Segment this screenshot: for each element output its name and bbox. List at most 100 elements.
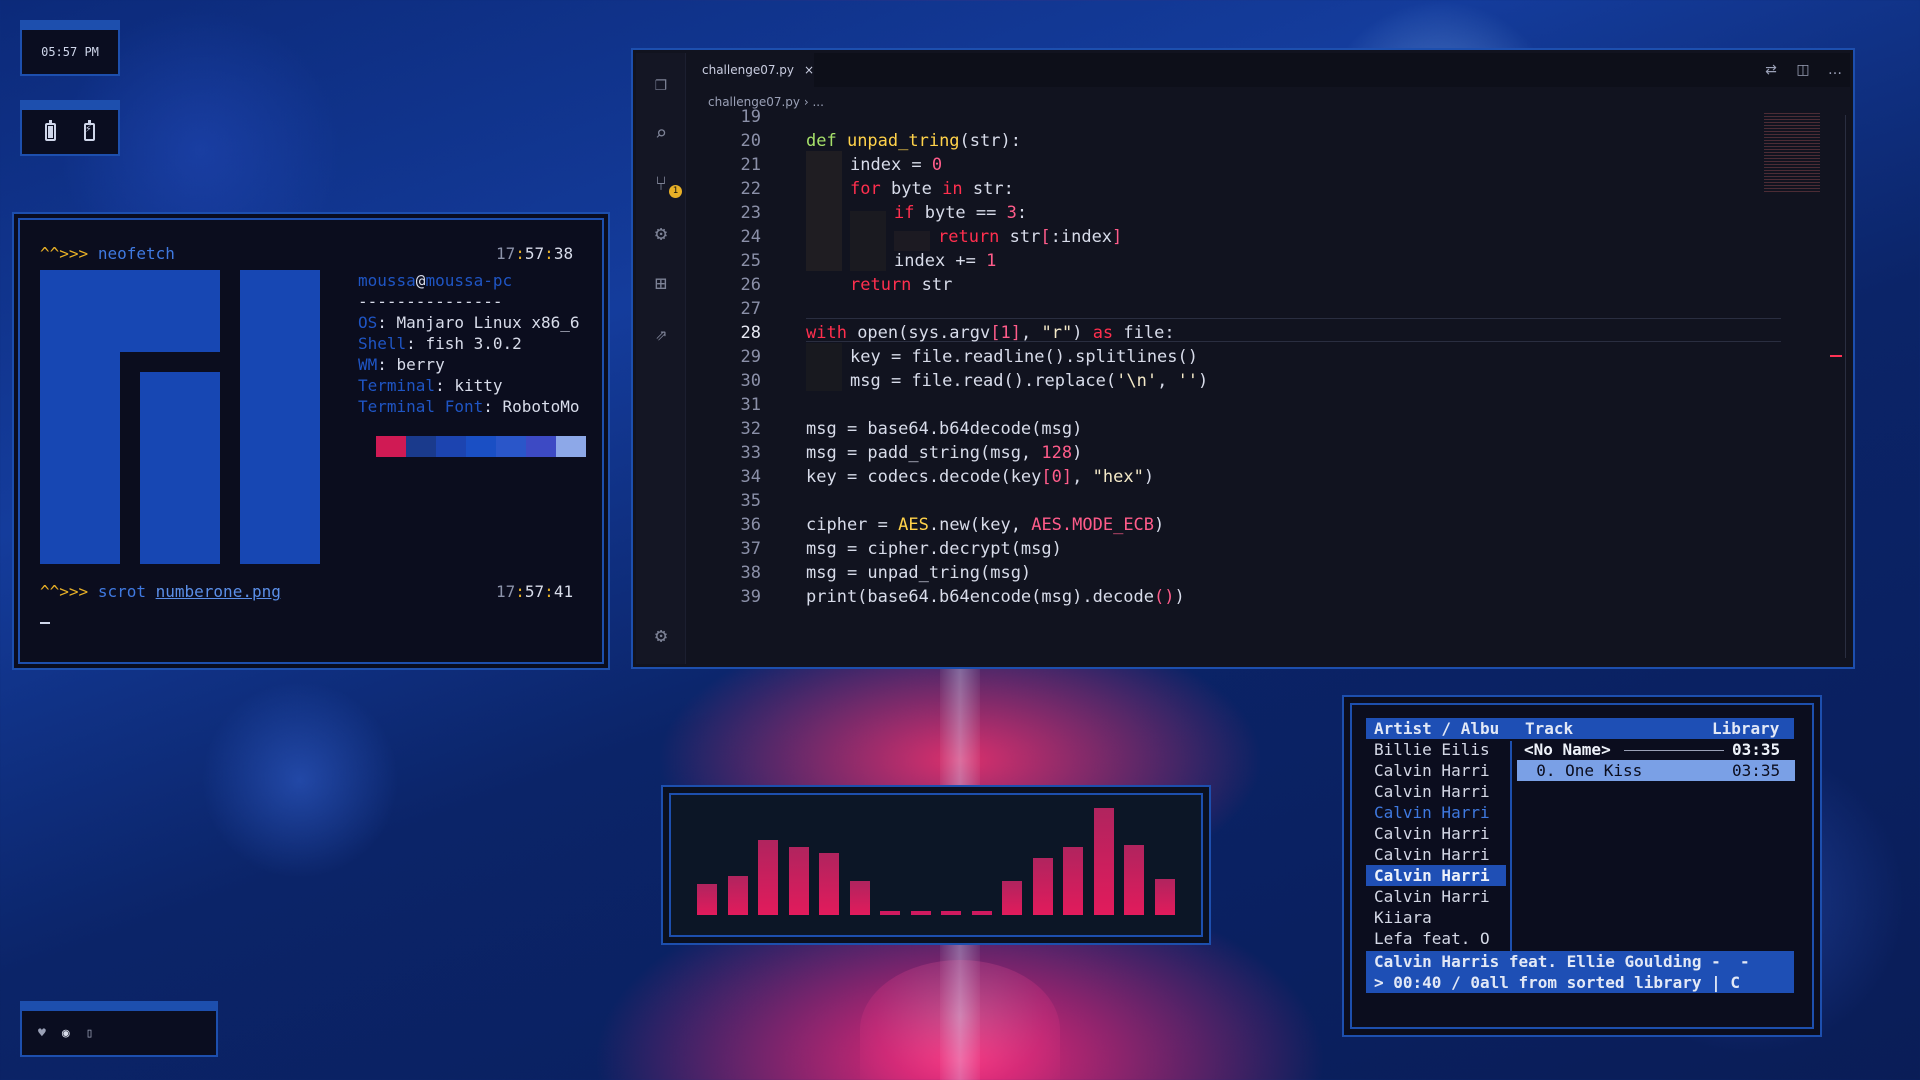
line-number: 38	[740, 563, 761, 583]
visualizer-bar	[1063, 847, 1083, 915]
info-terminal: Terminal: kitty	[358, 376, 503, 395]
tray-widget: ♥ ◉ ▯	[20, 1001, 218, 1057]
scrollbar[interactable]	[1845, 115, 1846, 658]
visualizer-bar	[697, 884, 717, 915]
visualizer-bar	[758, 840, 778, 915]
neofetch-divider: ---------------	[358, 292, 503, 311]
line-number: 39	[740, 587, 761, 607]
timestamp-1: 17:57:38	[496, 244, 574, 263]
files-icon[interactable]: ❐	[649, 71, 673, 95]
visualizer-bar	[971, 911, 992, 915]
battery-charging-icon	[84, 120, 95, 141]
terminal-cursor	[40, 622, 50, 624]
prompt: ^^>>>	[40, 244, 89, 263]
terminal-window[interactable]: ^^>>> neofetch 17:57:38 moussa@moussa-pc…	[12, 212, 610, 670]
command-scrot: scrot	[97, 582, 146, 601]
manjaro-logo-part	[40, 352, 120, 564]
line-number: 29	[740, 347, 761, 367]
artist-item[interactable]: Calvin Harri	[1366, 802, 1504, 823]
visualizer-bar	[1032, 858, 1053, 915]
color-swatch	[376, 436, 406, 457]
more-actions-icon[interactable]: …	[1826, 61, 1844, 79]
column-artist[interactable]: Artist / Albu	[1374, 718, 1500, 739]
line-number: 26	[740, 275, 761, 295]
microphone-icon[interactable]: ▯	[86, 1026, 94, 1041]
status-line: > 00:40 / 0all from sorted library | C	[1366, 972, 1794, 993]
file-link[interactable]: numberone.png	[156, 582, 281, 601]
indent-guide	[894, 231, 930, 251]
code-line-38: msg = unpad_tring(msg)	[806, 563, 1032, 583]
visualizer-bar	[1093, 808, 1114, 915]
line-number: 23	[740, 203, 761, 223]
timestamp-2: 17:57:41	[496, 582, 574, 601]
artist-item[interactable]: Calvin Harri	[1366, 760, 1504, 781]
tab-bar: challenge07.py × ⇄ ◫ …	[686, 53, 1850, 87]
track-title: 0. One Kiss	[1517, 761, 1643, 780]
artist-item[interactable]: Calvin Harri	[1366, 823, 1504, 844]
line-number: 22	[740, 179, 761, 199]
settings-icon[interactable]: ⚙	[649, 623, 673, 647]
column-track[interactable]: Track	[1525, 718, 1574, 739]
code-line-23: if byte == 3:	[894, 203, 1028, 223]
terminal-body[interactable]: ^^>>> neofetch 17:57:38 moussa@moussa-pc…	[18, 218, 604, 664]
album-time: 03:35	[1732, 740, 1781, 759]
album-rule	[1624, 750, 1724, 751]
code-editor-window[interactable]: ❐ ⌕ ⑂ 1 ⚙ ⊞ ⇗ ⚙ challenge07.py × ⇄ ◫ … ch…	[631, 48, 1855, 669]
remote-icon[interactable]: ⇗	[649, 321, 673, 345]
indent-guide	[806, 151, 842, 271]
line-number: 30	[740, 371, 761, 391]
artist-item[interactable]: Billie Eilis	[1366, 739, 1504, 760]
manjaro-logo	[40, 270, 220, 352]
info-wm: WM: berry	[358, 355, 445, 374]
tab-challenge07[interactable]: challenge07.py ×	[686, 53, 814, 87]
audio-visualizer	[661, 785, 1211, 945]
info-terminal-font: Terminal Font: RobotoMo	[358, 397, 580, 416]
artist-item[interactable]: Calvin Harri	[1366, 781, 1504, 802]
heart-icon[interactable]: ♥	[38, 1026, 46, 1041]
visualizer-bar	[849, 881, 870, 915]
visualizer-bar	[819, 853, 839, 915]
code-line-22: for byte in str:	[850, 179, 1014, 199]
line-number: 21	[740, 155, 761, 175]
minimap[interactable]	[1764, 113, 1820, 193]
search-icon[interactable]: ⌕	[649, 121, 673, 145]
extensions-icon[interactable]: ⊞	[649, 271, 673, 295]
album-row[interactable]: <No Name>	[1524, 739, 1611, 760]
code-line-33: msg = padd_string(msg, 128)	[806, 443, 1083, 463]
line-number: 33	[740, 443, 761, 463]
code-line-24: return str[:index]	[938, 227, 1123, 247]
scm-badge: 1	[669, 185, 682, 198]
battery-widget	[20, 100, 120, 156]
line-number: 35	[740, 491, 761, 511]
artist-item[interactable]: Calvin Harri	[1366, 844, 1504, 865]
line-number: 25	[740, 251, 761, 271]
source-control-icon[interactable]: ⑂ 1	[649, 171, 682, 198]
close-icon[interactable]: ×	[804, 63, 814, 77]
manjaro-logo-part	[140, 372, 220, 564]
line-number: 37	[740, 539, 761, 559]
scroll-marker	[1830, 355, 1842, 357]
code-line-34: key = codecs.decode(key[0], "hex")	[806, 467, 1155, 487]
column-library[interactable]: Library	[1712, 718, 1780, 739]
code-line-39: print(base64.b64encode(msg).decode())	[806, 587, 1185, 607]
color-swatch	[406, 436, 436, 457]
code-area[interactable]: 19 20 21 22 23 24 25 26 27 28 29 30 31 32 33 34 35 36 37 38…	[686, 107, 1781, 658]
line-number: 19	[740, 107, 761, 127]
code-line-21: index = 0	[850, 155, 943, 175]
compare-icon[interactable]: ⇄	[1762, 61, 1780, 79]
artist-item[interactable]: Calvin Harri	[1366, 886, 1504, 907]
code-line-29: key = file.readline().splitlines()	[850, 347, 1198, 367]
visualizer-bar	[910, 911, 931, 915]
clock-widget: 05:57 PM	[20, 20, 120, 76]
wallpaper-glass	[860, 960, 1060, 1080]
track-time: 03:35	[1732, 761, 1781, 780]
debug-icon[interactable]: ⚙	[649, 221, 673, 245]
artist-item[interactable]: Calvin Harri	[1366, 865, 1506, 886]
manjaro-logo-part	[240, 270, 320, 564]
column-divider	[1510, 741, 1512, 951]
artist-item[interactable]: Lefa feat. O	[1366, 928, 1504, 949]
artist-item[interactable]: Kiiara	[1366, 907, 1504, 928]
split-editor-icon[interactable]: ◫	[1794, 61, 1812, 79]
discord-icon[interactable]: ◉	[62, 1026, 70, 1041]
visualizer-bar	[788, 847, 809, 915]
